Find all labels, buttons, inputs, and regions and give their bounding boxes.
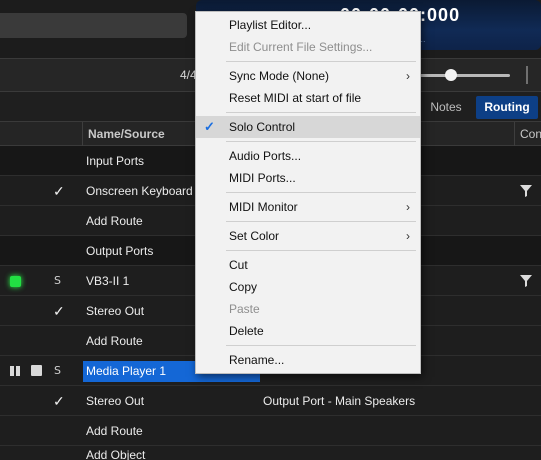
menu-item-playlist-editor[interactable]: Playlist Editor... — [196, 14, 420, 36]
solo-button[interactable]: S — [54, 356, 61, 386]
menu-separator — [226, 192, 416, 193]
column-divider[interactable] — [514, 122, 515, 146]
solo-button[interactable]: S — [54, 266, 61, 296]
menu-item-rename[interactable]: Rename... — [196, 349, 420, 371]
add-route-button[interactable]: Add Route — [86, 206, 143, 236]
check-icon[interactable]: ✓ — [53, 296, 65, 326]
check-icon: ✓ — [204, 119, 215, 134]
menu-separator — [226, 221, 416, 222]
context-menu: Playlist Editor... Edit Current File Set… — [195, 11, 421, 374]
column-divider[interactable] — [82, 122, 83, 146]
chevron-right-icon: › — [406, 200, 410, 214]
add-route-button[interactable]: Add Route — [86, 326, 143, 356]
menu-item-sync-mode[interactable]: Sync Mode (None) › — [196, 65, 420, 87]
table-row[interactable]: Add Route — [0, 416, 541, 446]
menu-item-audio-ports[interactable]: Audio Ports... — [196, 145, 420, 167]
add-object-button[interactable]: Add Object — [86, 440, 145, 460]
tab-routing[interactable]: Routing — [476, 96, 538, 119]
check-icon[interactable]: ✓ — [53, 386, 65, 416]
volume-slider-thumb[interactable] — [445, 69, 457, 81]
route-name: Stereo Out — [86, 394, 145, 408]
menu-item-paste: Paste — [229, 302, 260, 316]
column-connection[interactable]: Con — [520, 127, 541, 141]
menu-item-set-color[interactable]: Set Color › — [196, 225, 420, 247]
table-row[interactable]: Add Object — [0, 446, 541, 460]
filter-icon[interactable] — [519, 274, 533, 288]
check-icon[interactable]: ✓ — [53, 176, 65, 206]
section-label: Output Ports — [86, 244, 154, 258]
menu-item-edit-file-settings: Edit Current File Settings... — [229, 40, 373, 54]
route-connection[interactable]: Output Port - Main Speakers — [263, 386, 415, 416]
activity-led — [10, 276, 21, 287]
route-name: Stereo Out — [86, 304, 145, 318]
menu-item-delete[interactable]: Delete — [196, 320, 420, 342]
menu-item-midi-ports[interactable]: MIDI Ports... — [196, 167, 420, 189]
menu-item-solo-control[interactable]: ✓ Solo Control — [196, 116, 420, 138]
section-label: Input Ports — [86, 154, 145, 168]
menu-separator — [226, 112, 416, 113]
menu-item-reset-midi[interactable]: Reset MIDI at start of file — [196, 87, 420, 109]
tab-notes[interactable]: Notes — [416, 92, 476, 122]
search-bar[interactable] — [0, 13, 187, 38]
route-name: VB3-II 1 — [86, 274, 130, 288]
volume-slider-track[interactable] — [420, 74, 510, 77]
stop-icon[interactable] — [31, 365, 42, 376]
menu-separator — [226, 250, 416, 251]
pause-icon[interactable] — [9, 365, 21, 377]
menu-item-cut[interactable]: Cut — [196, 254, 420, 276]
divider — [526, 66, 528, 84]
menu-item-copy[interactable]: Copy — [196, 276, 420, 298]
route-name: Onscreen Keyboard — [86, 184, 193, 198]
menu-item-midi-monitor[interactable]: MIDI Monitor › — [196, 196, 420, 218]
menu-separator — [226, 61, 416, 62]
menu-separator — [226, 141, 416, 142]
menu-separator — [226, 345, 416, 346]
table-row[interactable]: ✓ Stereo Out Output Port - Main Speakers — [0, 386, 541, 416]
chevron-right-icon: › — [406, 229, 410, 243]
filter-icon[interactable] — [519, 184, 533, 198]
column-name-source[interactable]: Name/Source — [88, 127, 165, 141]
chevron-right-icon: › — [406, 69, 410, 83]
